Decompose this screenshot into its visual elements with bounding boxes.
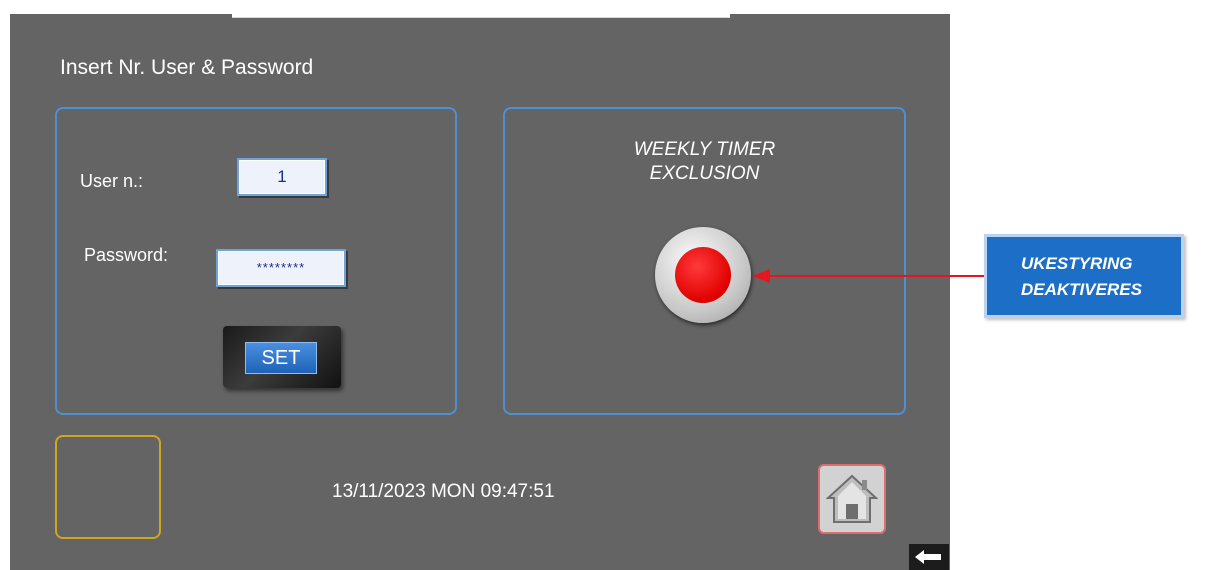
annotation-line2: DEAKTIVERES bbox=[1021, 280, 1142, 299]
annotation-text: UKESTYRING DEAKTIVERES bbox=[1021, 251, 1142, 303]
screenshot-stage: Insert Nr. User & Password User n.: 1 Pa… bbox=[0, 0, 1226, 570]
annotation-callout: UKESTYRING DEAKTIVERES bbox=[984, 234, 1184, 318]
annotation-line1: UKESTYRING bbox=[1021, 254, 1133, 273]
